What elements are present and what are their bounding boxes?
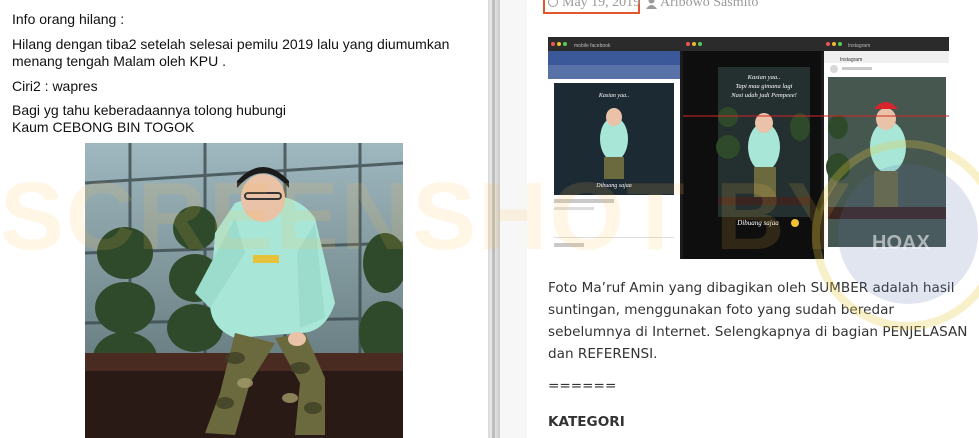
article-paragraph-line-1: Foto Ma’ruf Amin yang dibagikan oleh SUM… bbox=[548, 280, 955, 296]
post-line-6: Kaum CEBONG BIN TOGOK bbox=[12, 119, 195, 135]
panel-divider bbox=[488, 0, 500, 438]
svg-text:Instagram: Instagram bbox=[840, 57, 862, 63]
article-paragraph-line-2: suntingan, menggunakan foto yang sudah b… bbox=[548, 302, 894, 318]
collage-illustration: mobile facebook Instagram Kasian yaa.. D… bbox=[548, 37, 949, 259]
article-paragraph-line-4: dan REFERENSI. bbox=[548, 346, 658, 362]
post-line-3: menang tengah Malam oleh KPU . bbox=[12, 53, 227, 69]
left-post-panel: Info orang hilang : Hilang dengan tiba2 … bbox=[0, 0, 488, 438]
svg-text:Tapi mau gimana lagi: Tapi mau gimana lagi bbox=[735, 83, 792, 90]
section-heading-kategori: KATEGORI bbox=[548, 414, 625, 430]
collage-tab-1: mobile facebook bbox=[574, 43, 611, 49]
post-photo-illustration bbox=[85, 143, 403, 438]
post-photo[interactable] bbox=[85, 143, 403, 438]
post-date-link[interactable]: May 19, 2019 bbox=[562, 0, 640, 11]
author-link[interactable]: Aribowo Sasmito bbox=[660, 0, 758, 11]
svg-text:Kasian yaa..: Kasian yaa.. bbox=[598, 93, 629, 99]
article-paragraph-line-3: sebelumnya di Internet. Selengkapnya di … bbox=[548, 324, 968, 340]
collage-tab-2: Instagram bbox=[848, 43, 870, 49]
post-line-5: Bagi yg tahu keberadaannya tolong hubung… bbox=[12, 102, 286, 118]
svg-text:Nasi udah jadi Pempeee!: Nasi udah jadi Pempeee! bbox=[730, 92, 797, 99]
post-line-2: Hilang dengan tiba2 setelah selesai pemi… bbox=[12, 36, 450, 52]
evidence-collage[interactable]: mobile facebook Instagram Kasian yaa.. D… bbox=[548, 37, 949, 259]
article-separator: ====== bbox=[548, 378, 617, 394]
svg-text:Kasian yaa..: Kasian yaa.. bbox=[747, 74, 781, 81]
collage-caption-2: Dibuang sajaa bbox=[736, 219, 779, 227]
user-icon bbox=[646, 0, 657, 9]
collage-caption-1: Dibuang sajaa bbox=[595, 183, 632, 189]
post-line-1: Info orang hilang : bbox=[12, 11, 125, 27]
post-line-4: Ciri2 : wapres bbox=[12, 78, 98, 94]
